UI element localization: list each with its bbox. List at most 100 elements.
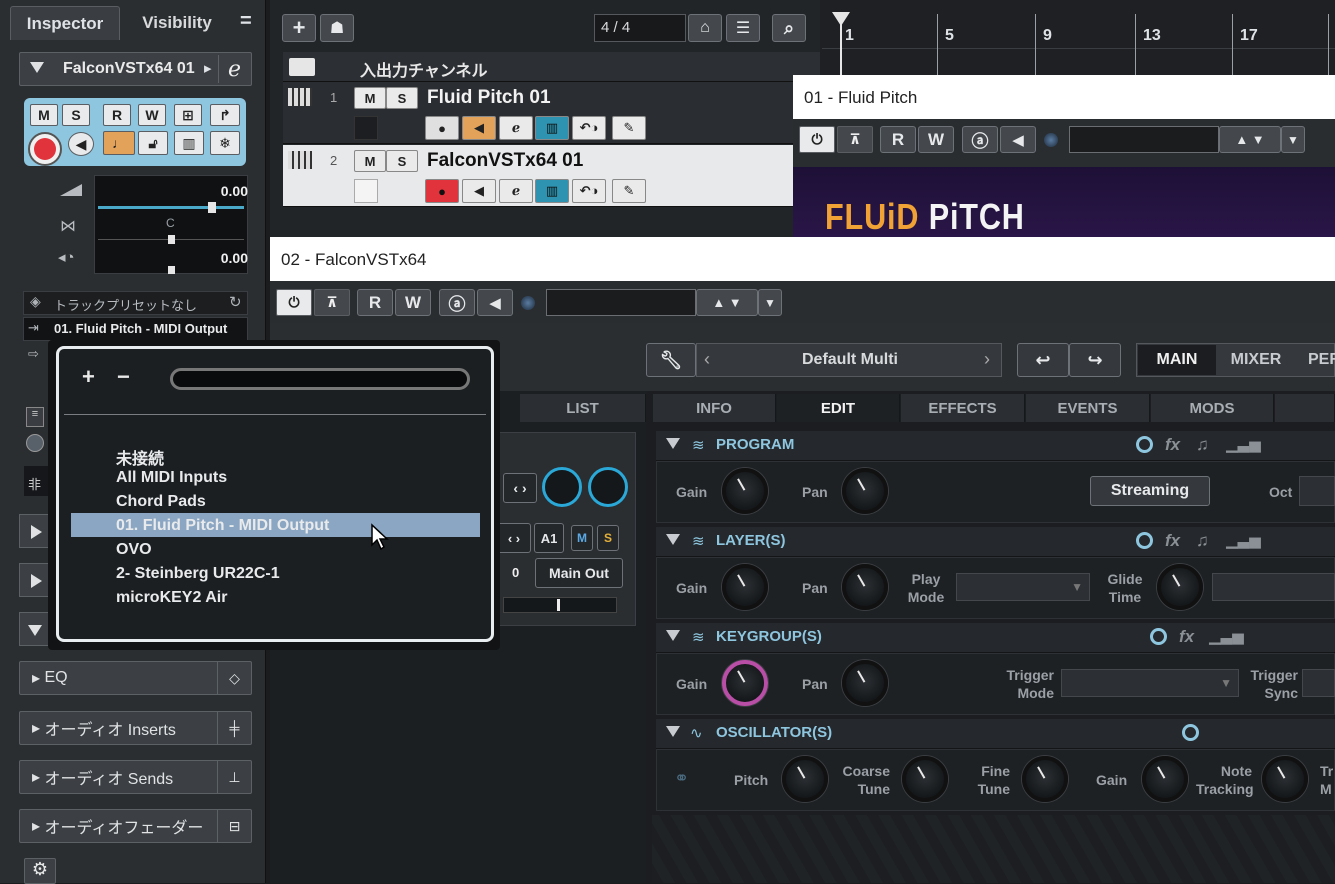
falcon-bypass-icon[interactable]: ⊼ [314,289,350,316]
falcon-auto-icon[interactable]: ⓐ [439,289,475,316]
layer-gain-knob[interactable] [722,564,768,610]
program-mod-icon[interactable] [1136,436,1153,453]
lock-icon[interactable]: 🔓︎ [138,131,168,155]
volume-value[interactable]: 0.00 [200,183,248,199]
falcon-nav-arrows-icon-2[interactable]: ‹ › [497,523,531,553]
section-expanded-3[interactable] [19,612,49,646]
falcon-undo-icon[interactable]: ↩ [1017,343,1069,377]
falcon-tab-events[interactable]: EVENTS [1026,394,1150,422]
program-pan-knob[interactable] [842,468,888,514]
popup-item-microkey[interactable]: microKEY2 Air [116,589,227,607]
keygroup-mod-icon[interactable] [1150,628,1167,645]
oscillator-fine-tune-knob[interactable] [1022,756,1068,802]
grid-icon[interactable]: ⊞ [174,104,202,126]
section-audio-inserts[interactable]: ▸ オーディオ Inserts ╪ [19,711,252,745]
read-button[interactable]: R [103,104,131,126]
falcon-arrow-icon[interactable]: ◀ [477,289,513,316]
layer-collapse-icon[interactable] [666,534,680,545]
lanes-icon[interactable]: ▥ [174,131,204,155]
track1-pencil-icon[interactable]: ✎ [612,116,646,140]
timebase-note-icon[interactable]: ♩ [103,131,135,155]
oscillator-collapse-icon[interactable] [666,726,680,737]
track-name-2[interactable]: FalconVSTx64 01 [427,150,583,172]
search-icon[interactable]: ⌕ [772,14,806,42]
track2-midi-icon[interactable]: ↶◑ [572,179,606,203]
freeze-icon[interactable]: ❄ [210,131,240,155]
layer-play-mode-select[interactable]: ▼ [956,573,1090,601]
oscillator-mod-icon[interactable] [1182,724,1199,741]
falcon-tab-main[interactable]: MAIN [1138,345,1216,375]
oscillator-coarse-tune-knob[interactable] [902,756,948,802]
menu-icon[interactable]: = [240,10,252,33]
track2-mute-button[interactable]: M [354,150,386,172]
pan-slider-handle[interactable] [168,235,175,244]
section-eq[interactable]: ▸ EQ ◇ [19,661,252,695]
track2-monitor-button[interactable]: ◀ [462,179,496,203]
fluid-preset-field[interactable] [1069,126,1219,153]
keygroup-bars-icon[interactable]: ▁▃▅ [1209,627,1244,645]
falcon-preset-prev-icon[interactable]: ‹ [704,349,710,370]
falcon-tab-list[interactable]: LIST [520,394,646,422]
solo-button[interactable]: S [62,104,90,126]
keygroup-trigger-sync-field[interactable] [1302,669,1335,697]
track2-keys-button[interactable]: ▥ [535,179,569,203]
fluid-read-button[interactable]: R [880,126,916,153]
oscillator-pitch-knob[interactable] [782,756,828,802]
fluid-preset-dropdown-icon[interactable]: ▼ [1281,126,1305,153]
program-header[interactable]: ≋ PROGRAM fx ♫ ▁▃▅ [656,431,1335,461]
falcon-nav-arrows-icon[interactable]: ‹ › [503,473,537,503]
track1-midi-icon[interactable]: ↶◑ [572,116,606,140]
popup-remove-button[interactable]: − [117,364,130,390]
keygroup-trigger-mode-select[interactable]: ▼ [1061,669,1239,697]
track1-keys-button[interactable]: ▥ [535,116,569,140]
collapse-triangle-icon[interactable] [30,62,44,73]
keygroup-header[interactable]: ≋ KEYGROUP(S) fx ▁▃▅ [656,623,1335,653]
falcon-write-button[interactable]: W [395,289,431,316]
falcon-mute-button[interactable]: M [571,525,593,551]
layer-fx-icon[interactable]: fx [1165,531,1180,551]
settings-gear-icon[interactable]: ⚙ [24,858,56,884]
routing-icon[interactable]: ↱ [210,104,240,126]
keygroup-pan-knob[interactable] [842,660,888,706]
program-fx-icon[interactable]: fx [1165,435,1180,455]
falcon-main-out[interactable]: Main Out [535,558,623,588]
falcon-preset-field[interactable] [546,289,696,316]
popup-search-field[interactable] [170,368,470,390]
falcon-mini-fader[interactable] [503,597,617,613]
popup-item-chord-pads[interactable]: Chord Pads [116,493,206,511]
falcon-tab-effects[interactable]: EFFECTS [901,394,1025,422]
falcon-knob-b[interactable] [588,467,628,507]
track-preset-icon[interactable]: ☗ [320,14,354,42]
falcon-read-button[interactable]: R [357,289,393,316]
track1-solo-button[interactable]: S [386,87,418,109]
popup-item-ur22c[interactable]: 2- Steinberg UR22C-1 [116,565,280,583]
falcon-tab-edit[interactable]: EDIT [777,394,900,422]
popup-item-ovo[interactable]: OVO [116,541,152,559]
layer-glide-time-knob[interactable] [1157,564,1203,610]
layer-bars-icon[interactable]: ▁▃▅ [1226,531,1261,549]
falcon-tab-per[interactable]: PER [1296,345,1335,375]
fader-icon[interactable]: ⊟ [217,810,251,842]
eq-curve-icon[interactable]: ◇ [217,662,251,694]
falcon-tab-mixer[interactable]: MIXER [1218,345,1294,375]
falcon-preset-dropdown-icon[interactable]: ▼ [758,289,782,316]
reload-icon[interactable]: ↻ [229,293,242,311]
popup-item-all-midi[interactable]: All MIDI Inputs [116,469,227,487]
section-audio-fader[interactable]: ▸ オーディオフェーダー ⊟ [19,809,252,843]
track-name-1[interactable]: Fluid Pitch 01 [427,87,551,109]
fluid-bypass-icon[interactable]: ⊼ [837,126,873,153]
volume-slider-track[interactable] [98,206,244,209]
keygroup-collapse-icon[interactable] [666,630,680,641]
oscillator-gain-knob[interactable] [1142,756,1188,802]
popup-add-button[interactable]: + [82,364,95,390]
oscillator-note-tracking-knob[interactable] [1262,756,1308,802]
arrow-right-icon[interactable]: ▸ [204,59,212,77]
oscillator-link-icon[interactable]: ⚭ [674,768,689,789]
tab-inspector[interactable]: Inspector [10,6,120,40]
fluid-write-button[interactable]: W [918,126,954,153]
popup-item-unconnected[interactable]: 未接続 [116,445,164,469]
layer-header[interactable]: ≋ LAYER(S) fx ♫ ▁▃▅ [656,527,1335,557]
section-collapsed-2[interactable] [19,563,49,597]
program-note-icon[interactable]: ♫ [1196,435,1209,455]
falcon-power-icon[interactable]: ⏻ [276,289,312,316]
